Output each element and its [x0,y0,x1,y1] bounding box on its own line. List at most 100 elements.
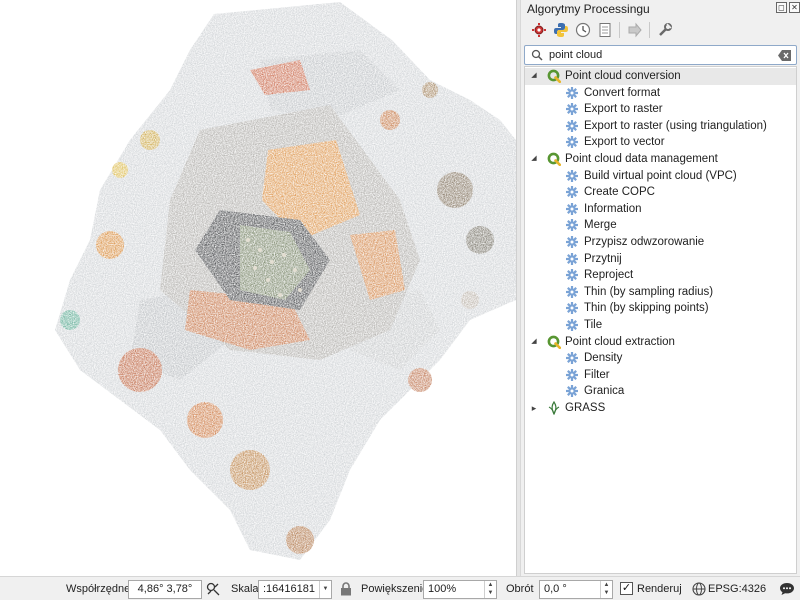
grass-provider-icon [547,400,561,416]
tree-item-label: Filter [584,368,610,381]
algorithm-item-granica[interactable]: Granica [525,383,796,400]
tree-item-label: Point cloud extraction [565,335,675,348]
models-icon[interactable] [529,20,549,40]
status-bar: Współrzędne 4,86° 3,78° Skala :16416181 … [0,576,800,600]
history-icon[interactable] [573,20,593,40]
python-icon[interactable] [551,20,571,40]
algorithm-gear-icon [565,135,579,149]
rotation-field[interactable]: 0,0 ° ▲ ▼ [539,580,613,599]
render-label: Renderuj [637,583,682,595]
algorithm-item-thin-by-sampling-radius[interactable]: Thin (by sampling radius) [525,284,796,301]
qgis-group-icon [547,69,562,84]
algorithm-item-merge[interactable]: Merge [525,217,796,234]
qgis-group-icon [547,152,562,167]
tree-item-label: Przypisz odwzorowanie [584,236,705,248]
panel-title: Algorytmy Processingu [527,2,650,16]
search-box [524,45,797,65]
clear-search-icon[interactable] [778,50,792,61]
algorithm-item-reproject[interactable]: Reproject [525,267,796,284]
render-checkbox[interactable]: ✓ [620,582,633,595]
results-icon[interactable] [595,20,615,40]
algorithm-gear-icon [565,368,579,382]
magnifier-value: 100% [428,583,457,595]
algorithm-item-thin-by-skipping-points[interactable]: Thin (by skipping points) [525,300,796,317]
tree-item-label: Thin (by sampling radius) [584,285,714,298]
magnifier-label: Powiększenie [361,583,429,595]
algorithm-item-convert-format[interactable]: Convert format [525,85,796,102]
lock-scale-icon[interactable] [340,582,352,596]
tree-item-label: Tile [584,319,603,331]
qgis-group-icon [547,335,562,349]
messages-icon[interactable] [779,581,795,597]
coordinates-label: Współrzędne [66,583,131,595]
algorithm-item-information[interactable]: Information [525,201,796,218]
point-cloud-render [55,2,516,560]
rotation-spinner-icon[interactable]: ▲ ▼ [600,581,612,598]
processing-toolbox-panel: Algorytmy Processingu ◻ ✕ ◢ Point cloud c… [521,0,800,576]
group-item-point-cloud-data-management[interactable]: ◢ Point cloud data management [525,151,796,168]
algorithm-item-build-virtual-point-cloud-vpc[interactable]: Build virtual point cloud (VPC) [525,168,796,185]
rotation-value: 0,0 ° [544,583,567,595]
coordinates-field[interactable]: 4,86° 3,78° [128,580,202,599]
scale-value: :16416181 [263,583,315,595]
algorithm-item-tile[interactable]: Tile [525,317,796,334]
algorithm-item-export-to-raster[interactable]: Export to raster [525,101,796,118]
algorithm-gear-icon [565,86,579,100]
algorithm-tree: ◢ Point cloud conversion Convert format Exp… [524,66,797,574]
algorithm-gear-icon [565,218,579,232]
close-panel-icon[interactable]: ✕ [789,2,800,13]
algorithm-item-przypisz-odwzorowanie[interactable]: Przypisz odwzorowanie [525,234,796,251]
tree-item-label: Thin (by skipping points) [584,302,709,315]
algorithm-gear-icon [565,301,579,315]
tree-item-label: Export to vector [584,136,665,149]
tree-item-label: Przytnij [584,252,622,265]
collapse-arrow-icon[interactable]: ◢ [529,334,539,350]
algorithm-item-filter[interactable]: Filter [525,367,796,384]
algorithm-gear-icon [565,268,579,282]
tree-item-label: GRASS [565,402,606,414]
algorithm-gear-icon [565,102,579,116]
scale-dropdown-icon[interactable]: ▼ [319,581,331,598]
algorithm-gear-icon [565,202,579,216]
group-item-grass[interactable]: ▸ GRASS [525,400,796,417]
tree-item-label: Granica [584,385,625,398]
scale-field[interactable]: :16416181 ▼ [258,580,332,599]
magnifier-field[interactable]: 100% ▲ ▼ [423,580,497,599]
tree-item-label: Create COPC [584,186,655,199]
processing-toolbar [525,18,795,42]
algorithm-gear-icon [565,252,579,266]
tree-item-label: Export to raster (using triangulation) [584,119,767,132]
tree-item-label: Information [584,202,642,215]
options-icon[interactable] [655,20,675,40]
algorithm-gear-icon [565,351,579,365]
algorithm-gear-icon [565,119,579,133]
group-item-point-cloud-extraction[interactable]: ◢ Point cloud extraction [525,334,796,351]
crs-label[interactable]: EPSG:4326 [708,583,766,595]
algorithm-gear-icon [565,318,579,332]
algorithm-gear-icon [565,384,579,398]
algorithm-item-przytnij[interactable]: Przytnij [525,251,796,268]
algorithm-item-density[interactable]: Density [525,350,796,367]
tree-item-label: Reproject [584,269,634,282]
collapse-arrow-icon[interactable]: ◢ [529,151,539,167]
search-icon [531,49,543,61]
algorithm-item-export-to-raster-using-triangulation[interactable]: Export to raster (using triangulation) [525,118,796,135]
search-input[interactable] [549,47,769,63]
crs-globe-icon[interactable] [692,582,706,596]
algorithm-gear-icon [565,235,579,249]
edit-features-icon[interactable] [625,20,645,40]
algorithm-gear-icon [565,169,579,183]
extents-toggle-icon[interactable] [205,581,221,597]
algorithm-gear-icon [565,185,579,199]
algorithm-item-export-to-vector[interactable]: Export to vector [525,134,796,151]
group-item-point-cloud-conversion[interactable]: ◢ Point cloud conversion [525,68,796,85]
magnifier-spinner-icon[interactable]: ▲ ▼ [484,581,496,598]
expand-arrow-icon[interactable]: ▸ [529,400,539,416]
tree-item-label: Point cloud conversion [565,70,681,82]
float-panel-icon[interactable]: ◻ [776,2,787,13]
algorithm-item-create-copc[interactable]: Create COPC [525,184,796,201]
collapse-arrow-icon[interactable]: ◢ [529,68,539,84]
map-canvas[interactable] [0,0,516,576]
tree-item-label: Build virtual point cloud (VPC) [584,169,737,182]
tree-item-label: Export to raster [584,103,663,116]
